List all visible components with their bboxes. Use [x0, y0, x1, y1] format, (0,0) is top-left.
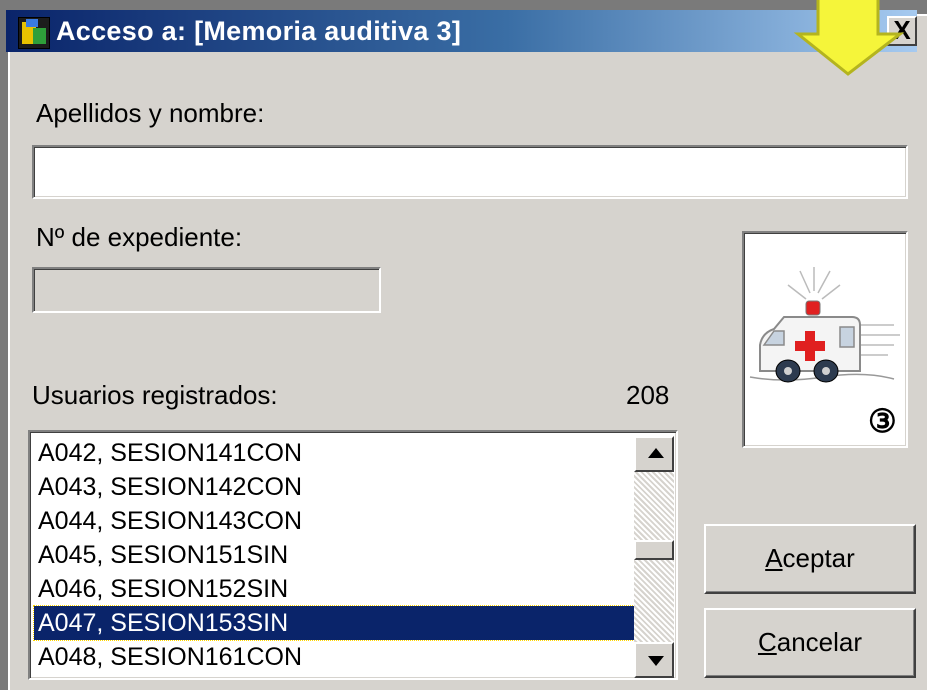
list-item[interactable]: A044, SESION143CON [34, 504, 634, 538]
users-listbox[interactable]: A042, SESION141CON A043, SESION142CON A0… [28, 430, 678, 680]
scroll-up-button[interactable] [634, 436, 674, 472]
cancel-button[interactable]: Cancelar [704, 608, 916, 678]
scroll-thumb[interactable] [634, 540, 674, 560]
list-item[interactable]: A043, SESION142CON [34, 470, 634, 504]
users-count: 208 [626, 380, 670, 410]
name-label: Apellidos y nombre: [36, 98, 265, 128]
window-title: Acceso a: [Memoria auditiva 3] [56, 16, 462, 46]
users-label: Usuarios registrados: [32, 380, 278, 410]
accept-label: ceptar [782, 543, 855, 573]
accept-button[interactable]: Aceptar [704, 524, 916, 594]
accept-mnemonic: A [765, 543, 783, 573]
arrow-down-icon [793, 0, 905, 76]
name-input[interactable] [32, 145, 908, 199]
list-item[interactable]: A048, SESION161CON [34, 640, 634, 674]
cancel-mnemonic: C [757, 627, 777, 657]
expediente-label: Nº de expediente: [36, 222, 243, 252]
arrow-down-small-icon [648, 656, 664, 666]
app-icon [18, 17, 50, 49]
list-item[interactable]: A046, SESION152SIN [34, 572, 634, 606]
expediente-field [32, 267, 381, 313]
list-item[interactable]: A042, SESION141CON [34, 436, 634, 470]
list-item-selected[interactable]: A047, SESION153SIN [33, 605, 635, 641]
exercise-number-badge: ③ [868, 402, 897, 440]
title-bar[interactable]: Acceso a: [Memoria auditiva 3] X [6, 10, 917, 52]
scroll-down-button[interactable] [634, 642, 674, 678]
arrow-up-icon [648, 448, 664, 458]
list-item[interactable]: A045, SESION151SIN [34, 538, 634, 572]
list-scrollbar[interactable] [634, 436, 674, 678]
cancel-label: ancelar [776, 627, 863, 657]
exercise-picture: ③ [742, 231, 908, 448]
